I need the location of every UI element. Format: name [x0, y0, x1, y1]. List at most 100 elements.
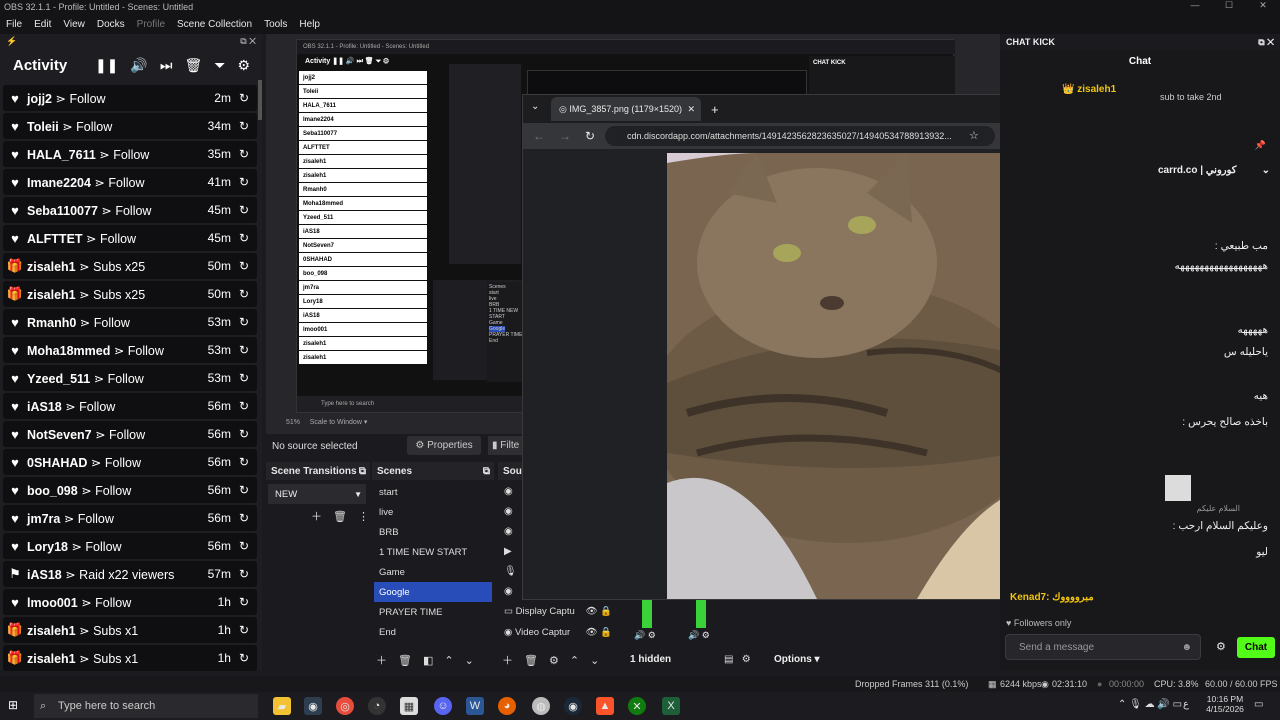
- activity-row[interactable]: ♥ Rmanh0 ⋗ Follow 53m ↻: [3, 309, 257, 335]
- down-arrow-icon[interactable]: ⌄: [590, 654, 599, 667]
- add-icon[interactable]: ＋: [376, 652, 387, 668]
- float-icon[interactable]: ⧉: [483, 466, 490, 477]
- xbox-icon[interactable]: ✕: [628, 697, 646, 715]
- activity-row[interactable]: ♥ Yzeed_511 ⋗ Follow 53m ↻: [3, 365, 257, 391]
- menu-docks[interactable]: Docks: [91, 19, 131, 30]
- system-tray-icons[interactable]: ⌃ 🎙 ☁ 🔊 ▭: [1118, 700, 1182, 710]
- float-icon[interactable]: ⧉: [1258, 37, 1264, 47]
- replay-icon[interactable]: ↻: [239, 595, 249, 609]
- replay-icon[interactable]: ↻: [239, 315, 249, 329]
- down-arrow-icon[interactable]: ⌄: [465, 654, 474, 667]
- reload-icon[interactable]: ↻: [585, 129, 595, 143]
- activity-row[interactable]: ♥ iAS18 ⋗ Follow 56m ↻: [3, 393, 257, 419]
- bookmark-star-icon[interactable]: ☆: [969, 129, 979, 142]
- up-arrow-icon[interactable]: ⌃: [444, 654, 453, 667]
- activity-row[interactable]: ♥ Lory18 ⋗ Follow 56m ↻: [3, 533, 257, 559]
- calculator-icon[interactable]: ▦: [400, 697, 418, 715]
- scene-item[interactable]: Google: [374, 582, 492, 602]
- chevron-down-icon[interactable]: ⌄: [1262, 165, 1270, 176]
- filter-icon[interactable]: ⏷: [214, 57, 225, 74]
- replay-icon[interactable]: ↻: [239, 623, 249, 637]
- close-icon[interactable]: ✕: [1246, 0, 1280, 11]
- hidden-count[interactable]: 1 hidden: [630, 654, 671, 665]
- replay-icon[interactable]: ↻: [239, 399, 249, 413]
- replay-icon[interactable]: ↻: [239, 91, 249, 105]
- replay-icon[interactable]: ↻: [239, 231, 249, 245]
- activity-row[interactable]: ♥ NotSeven7 ⋗ Follow 56m ↻: [3, 421, 257, 447]
- app-icon[interactable]: ◍: [532, 697, 550, 715]
- activity-row[interactable]: 🎁 zisaleh1 ⋗ Subs x1 1h ↻: [3, 617, 257, 643]
- scene-item[interactable]: Game: [374, 562, 492, 582]
- options-button[interactable]: Options ▾: [774, 654, 820, 665]
- excel-icon[interactable]: X: [662, 697, 680, 715]
- chat-top-user[interactable]: 👑 zisaleh1: [1062, 84, 1116, 95]
- replay-icon[interactable]: ↻: [239, 343, 249, 357]
- volume-icon[interactable]: 🔊 ⚙: [634, 630, 656, 641]
- replay-icon[interactable]: ↻: [239, 427, 249, 441]
- chrome-icon[interactable]: ◎: [336, 697, 354, 715]
- firefox-icon[interactable]: ◕: [498, 697, 516, 715]
- trash-icon[interactable]: 🗑: [333, 510, 347, 523]
- obs-studio-icon[interactable]: ◉: [304, 697, 322, 715]
- dock-close-icon[interactable]: ✕: [1267, 37, 1274, 47]
- menu-view[interactable]: View: [57, 19, 91, 30]
- obs-icon[interactable]: ◔: [368, 697, 386, 715]
- back-icon[interactable]: ←: [533, 129, 545, 143]
- word-icon[interactable]: W: [466, 697, 484, 715]
- menu-file[interactable]: File: [0, 19, 28, 30]
- replay-icon[interactable]: ↻: [239, 567, 249, 581]
- activity-row[interactable]: ⚑ iAS18 ⋗ Raid x22 viewers 57m ↻: [3, 561, 257, 587]
- discord-icon[interactable]: ☺: [434, 697, 452, 715]
- forward-icon[interactable]: →: [559, 129, 571, 143]
- scene-item[interactable]: live: [374, 502, 492, 522]
- activity-row[interactable]: ♥ Imane2204 ⋗ Follow 41m ↻: [3, 169, 257, 195]
- steam-icon[interactable]: ◉: [564, 697, 582, 715]
- taskbar-search[interactable]: ⌕ Type here to search: [34, 694, 258, 718]
- source-item[interactable]: ◉ Video Captur 👁 🔒: [498, 622, 616, 642]
- clock[interactable]: 10:16 PM 4/15/2026: [1202, 694, 1248, 714]
- source-item[interactable]: ▭ Display Captu 👁 🔒: [498, 601, 616, 621]
- pause-icon[interactable]: ❚❚: [95, 57, 118, 74]
- activity-row[interactable]: ♥ Seba110077 ⋗ Follow 45m ↻: [3, 197, 257, 223]
- replay-icon[interactable]: ↻: [239, 651, 249, 665]
- activity-row[interactable]: ♥ Moha18mmed ⋗ Follow 53m ↻: [3, 337, 257, 363]
- replay-icon[interactable]: ↻: [239, 483, 249, 497]
- gear-icon[interactable]: ⚙: [237, 57, 250, 74]
- activity-row[interactable]: 🎁 zisaleh1 ⋗ Subs x1 1h ↻: [3, 645, 257, 671]
- add-icon[interactable]: ＋: [502, 652, 513, 668]
- activity-row[interactable]: 🎁 zisaleh1 ⋗ Subs x25 50m ↻: [3, 253, 257, 279]
- activity-row[interactable]: 🎁 zisaleh1 ⋗ Subs x25 50m ↻: [3, 281, 257, 307]
- replay-icon[interactable]: ↻: [239, 203, 249, 217]
- emoji-icon[interactable]: ☻: [1181, 642, 1192, 653]
- pinned-message[interactable]: carrd.co | كوروني ⌄: [1158, 158, 1280, 182]
- minimize-icon[interactable]: —: [1178, 0, 1212, 11]
- activity-row[interactable]: ♥ boo_098 ⋗ Follow 56m ↻: [3, 477, 257, 503]
- trash-icon[interactable]: 🗑: [398, 654, 412, 667]
- replay-icon[interactable]: ↻: [239, 511, 249, 525]
- gear-icon[interactable]: ⚙: [549, 654, 559, 667]
- scene-item[interactable]: BRB: [374, 522, 492, 542]
- properties-button[interactable]: ⚙ Properties: [407, 436, 481, 455]
- activity-row[interactable]: ♥ ALFTTET ⋗ Follow 45m ↻: [3, 225, 257, 251]
- trash-icon[interactable]: 🗑: [524, 654, 538, 667]
- mixer-layout-icon[interactable]: ▤ ⚙: [724, 654, 751, 665]
- replay-icon[interactable]: ↻: [239, 119, 249, 133]
- menu-scene-collection[interactable]: Scene Collection: [171, 19, 258, 30]
- browser-tab[interactable]: ◎ IMG_3857.png (1179×1520) ✕: [551, 97, 701, 121]
- eye-icon[interactable]: 👁 🔒: [585, 627, 612, 638]
- activity-row[interactable]: ♥ 0SHAHAD ⋗ Follow 56m ↻: [3, 449, 257, 475]
- replay-icon[interactable]: ↻: [239, 455, 249, 469]
- float-icon[interactable]: ⧉: [240, 36, 246, 46]
- replay-icon[interactable]: ↻: [239, 539, 249, 553]
- transition-select[interactable]: NEW ▼: [268, 484, 366, 504]
- activity-row[interactable]: ♥ Toleii ⋗ Follow 34m ↻: [3, 113, 257, 139]
- dock-close-icon[interactable]: ✕: [249, 36, 256, 46]
- replay-icon[interactable]: ↻: [239, 175, 249, 189]
- menu-help[interactable]: Help: [293, 19, 326, 30]
- scene-item[interactable]: start: [374, 482, 492, 502]
- up-arrow-icon[interactable]: ⌃: [570, 654, 579, 667]
- float-icon[interactable]: ⧉: [359, 466, 366, 477]
- activity-row[interactable]: ♥ HALA_7611 ⋗ Follow 35m ↻: [3, 141, 257, 167]
- add-icon[interactable]: ＋: [311, 508, 322, 524]
- activity-scrollbar[interactable]: [258, 80, 262, 120]
